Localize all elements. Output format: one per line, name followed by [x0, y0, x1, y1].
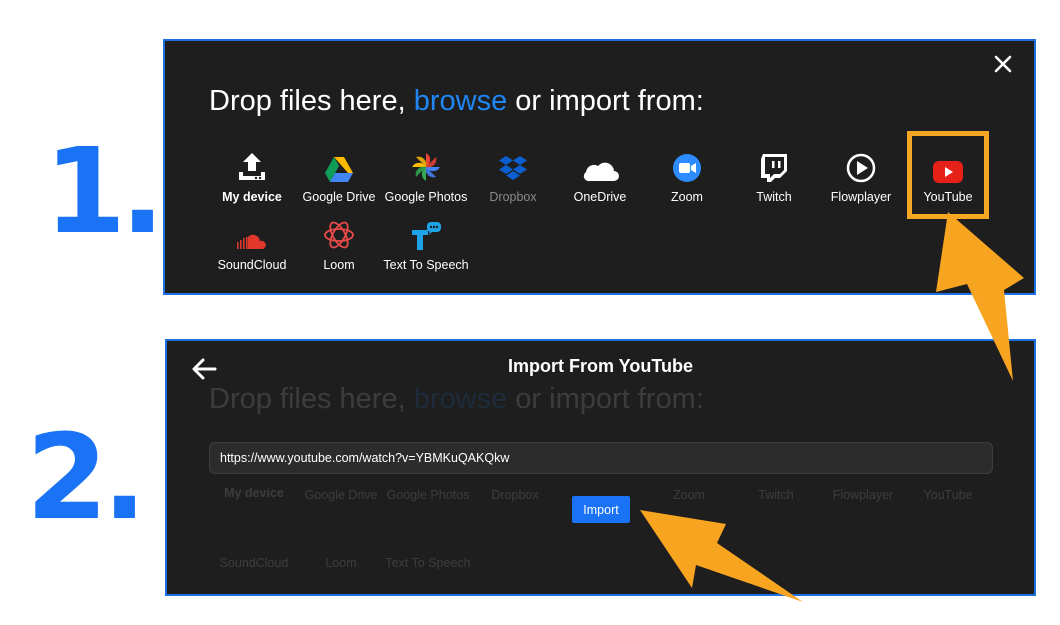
- ghost-label: YouTube: [923, 488, 973, 502]
- step-number-1: 1.: [44, 122, 165, 260]
- source-google-drive[interactable]: Google Drive: [291, 147, 387, 204]
- youtube-url-input[interactable]: [209, 442, 993, 474]
- zoom-icon: [673, 154, 701, 182]
- twitch-icon: [761, 154, 787, 182]
- source-loom[interactable]: Loom: [291, 215, 387, 272]
- ghost-heading-text-end: or import from:: [515, 383, 704, 415]
- dropbox-icon: [499, 156, 527, 180]
- ghost-label: Zoom: [673, 488, 705, 502]
- close-icon: [994, 55, 1012, 73]
- heading-text-end: or import from:: [515, 85, 704, 117]
- import-button[interactable]: Import: [572, 496, 630, 523]
- source-onedrive[interactable]: OneDrive: [552, 147, 648, 204]
- source-label: Text To Speech: [383, 258, 469, 272]
- source-label: OneDrive: [573, 190, 627, 204]
- google-drive-icon: [325, 157, 353, 182]
- soundcloud-icon: [237, 234, 266, 249]
- source-twitch[interactable]: Twitch: [726, 147, 822, 204]
- modal-title: Import From YouTube: [508, 356, 693, 376]
- source-label: Google Photos: [384, 190, 468, 204]
- source-flowplayer[interactable]: Flowplayer: [813, 147, 909, 204]
- ghost-label: Google Drive: [304, 488, 378, 502]
- onedrive-icon: [583, 162, 619, 182]
- browse-link[interactable]: browse: [414, 85, 508, 117]
- source-label: Loom: [323, 258, 355, 272]
- source-zoom[interactable]: Zoom: [639, 147, 735, 204]
- source-google-photos[interactable]: Google Photos: [378, 147, 474, 204]
- source-label: Dropbox: [489, 190, 537, 204]
- ghost-label: Dropbox: [491, 488, 539, 502]
- import-dialog: Drop files here, browse or import from: …: [163, 39, 1036, 295]
- source-label: Google Drive: [302, 190, 376, 204]
- ghost-label: Text To Speech: [385, 556, 471, 570]
- source-label: SoundCloud: [217, 258, 287, 272]
- ghost-label: Twitch: [758, 488, 794, 502]
- ghost-label: Loom: [325, 556, 357, 570]
- ghost-label: Flowplayer: [832, 488, 894, 502]
- text-to-speech-icon: [412, 222, 441, 250]
- source-my-device[interactable]: My device: [204, 147, 300, 204]
- source-soundcloud[interactable]: SoundCloud: [204, 215, 300, 272]
- source-label: Twitch: [756, 190, 792, 204]
- ghost-heading-text: Drop files here,: [209, 383, 406, 415]
- drop-heading: Drop files here, browse or import from:: [209, 85, 704, 118]
- flowplayer-icon: [846, 153, 876, 183]
- source-dropbox[interactable]: Dropbox: [465, 147, 561, 204]
- ghost-heading: Drop files here, browse or import from:: [209, 383, 704, 416]
- close-button[interactable]: [992, 53, 1014, 75]
- ghost-browse-link: browse: [413, 383, 508, 415]
- source-text-to-speech[interactable]: Text To Speech: [378, 215, 474, 272]
- loom-icon: [324, 221, 354, 249]
- youtube-highlight-box: [907, 131, 989, 219]
- youtube-import-dialog: Drop files here, browse or import from: …: [165, 339, 1036, 596]
- source-label: My device: [222, 190, 282, 204]
- source-label: Zoom: [671, 190, 703, 204]
- ghost-label: My device: [224, 486, 284, 500]
- step-number-2: 2.: [26, 408, 147, 546]
- source-label: Flowplayer: [830, 190, 892, 204]
- upload-icon: [239, 153, 265, 180]
- ghost-label: SoundCloud: [219, 556, 289, 570]
- google-photos-icon: [412, 153, 440, 181]
- ghost-label: Google Photos: [386, 488, 470, 502]
- heading-text: Drop files here,: [209, 85, 406, 117]
